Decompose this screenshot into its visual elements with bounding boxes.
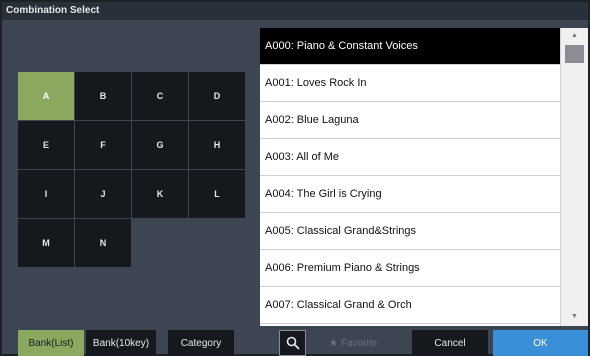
- list-scrollbar[interactable]: ▲ ▼: [560, 28, 588, 326]
- bank-button-i[interactable]: I: [18, 170, 75, 219]
- search-icon: [286, 336, 300, 350]
- search-button[interactable]: [279, 330, 306, 356]
- bank-button-k[interactable]: K: [132, 170, 189, 219]
- scroll-thumb[interactable]: [565, 45, 584, 63]
- list-item[interactable]: A003: All of Me: [260, 139, 560, 176]
- dialog-title: Combination Select: [2, 2, 588, 20]
- category-button[interactable]: Category: [168, 330, 234, 356]
- bank-button-d[interactable]: D: [189, 72, 246, 121]
- scroll-down-icon[interactable]: ▼: [561, 311, 588, 323]
- cancel-button[interactable]: Cancel: [412, 330, 488, 356]
- bank-button-e[interactable]: E: [18, 121, 75, 170]
- list-item[interactable]: A002: Blue Laguna: [260, 102, 560, 139]
- list-item[interactable]: A000: Piano & Constant Voices: [260, 28, 560, 65]
- bank-button-m[interactable]: M: [18, 219, 75, 268]
- combination-select-dialog: Combination Select A B C D E F G H I J K…: [0, 0, 590, 356]
- scroll-up-icon[interactable]: ▲: [561, 30, 588, 42]
- star-icon: ★: [328, 337, 338, 349]
- list-item[interactable]: A005: Classical Grand&Strings: [260, 213, 560, 250]
- bank-list-button[interactable]: Bank(List): [18, 330, 84, 356]
- bank-button-c[interactable]: C: [132, 72, 189, 121]
- list-item[interactable]: A007: Classical Grand & Orch: [260, 287, 560, 324]
- favorite-button: ★ Favorite: [324, 330, 382, 356]
- bank-button-h[interactable]: H: [189, 121, 246, 170]
- bank-button-a[interactable]: A: [18, 72, 75, 121]
- combination-list: A000: Piano & Constant Voices A001: Love…: [260, 28, 560, 326]
- ok-button[interactable]: OK: [493, 330, 588, 356]
- bank-button-g[interactable]: G: [132, 121, 189, 170]
- list-item[interactable]: A004: The Girl is Crying: [260, 176, 560, 213]
- list-item[interactable]: A001: Loves Rock In: [260, 65, 560, 102]
- bank-button-b[interactable]: B: [75, 72, 132, 121]
- bank-button-l[interactable]: L: [189, 170, 246, 219]
- bank-button-j[interactable]: J: [75, 170, 132, 219]
- favorite-label: Favorite: [340, 337, 378, 349]
- bank-10key-button[interactable]: Bank(10key): [86, 330, 156, 356]
- bank-button-n[interactable]: N: [75, 219, 132, 268]
- bank-button-f[interactable]: F: [75, 121, 132, 170]
- list-item[interactable]: A006: Premium Piano & Strings: [260, 250, 560, 287]
